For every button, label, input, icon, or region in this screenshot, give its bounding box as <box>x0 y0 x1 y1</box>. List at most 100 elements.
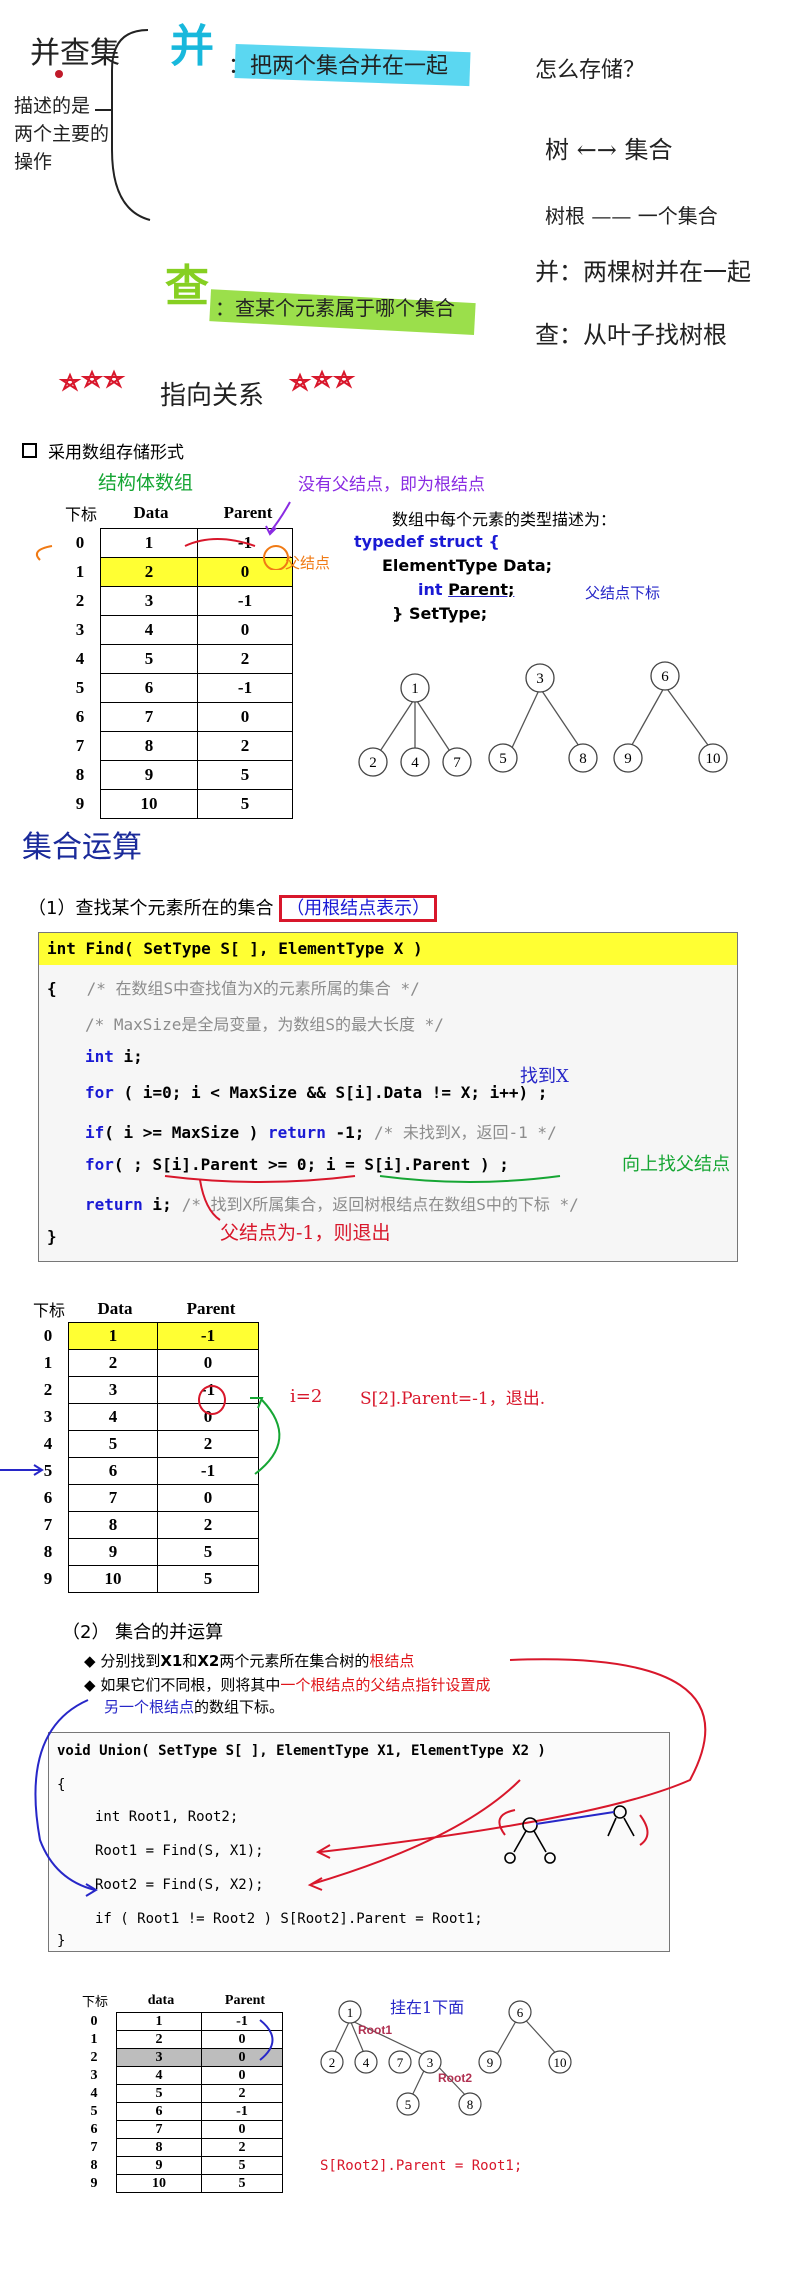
row-index: 8 <box>75 765 85 784</box>
union-code-line-6: if ( Root1 != Root2 ) S[Root2].Parent = … <box>95 1911 483 1927</box>
parent-cell: -1 <box>197 586 293 616</box>
data-cell: 9 <box>100 760 198 790</box>
table-row: 670 <box>60 702 293 732</box>
row-index: 3 <box>75 620 85 639</box>
tree-node: 7 <box>397 2055 404 2070</box>
data-cell: 10 <box>68 1565 158 1593</box>
pointer-note: 指向关系 <box>160 381 265 411</box>
how-store: 怎么存储？ <box>535 58 646 83</box>
data-cell: 8 <box>100 731 198 761</box>
table-row: 452 <box>60 644 293 674</box>
table-row: 895 <box>60 760 293 790</box>
row-index: 7 <box>90 2139 98 2155</box>
parent-cell: 2 <box>197 644 293 674</box>
root-set: 树根 —— 一个集合 <box>545 204 718 228</box>
data-cell: 10 <box>116 2174 202 2193</box>
root2-label: Root2 <box>438 2071 472 2085</box>
array-table-1-body: 0 1 -1 1 2 0 2 3 -1 3 4 0 4 5 2 5 6 -1 6 7 0 7 8 2 8 9 5 9 10 5 <box>60 528 293 819</box>
find-code-line-3: /* MaxSize是全局变量，为数组S的最大长度 */ <box>85 1015 444 1034</box>
struct-line1: typedef struct { <box>354 532 500 551</box>
table-row: 5 6 -1 <box>60 673 293 703</box>
row-index: 3 <box>90 2067 98 2083</box>
data-cell: 5 <box>100 644 198 674</box>
data-cell: 3 <box>116 2048 202 2067</box>
tree-node: 4 <box>363 2055 370 2070</box>
data-cell: 3 <box>100 586 198 616</box>
find-annotations <box>164 1175 561 1221</box>
struct-line3: int Parent; <box>418 580 515 599</box>
parent-cell: 5 <box>157 1565 259 1593</box>
row-index: 6 <box>90 2121 98 2137</box>
parent-cell: 5 <box>197 760 293 790</box>
row-index: 8 <box>90 2157 98 2173</box>
row-index: 0 <box>43 1326 53 1345</box>
tree-node: 9 <box>487 2055 494 2070</box>
data-cell: 7 <box>100 702 198 732</box>
data-cell: 9 <box>116 2156 202 2175</box>
parent-cell: 5 <box>197 789 293 819</box>
tree-node: 1 <box>411 681 419 697</box>
tree-node: 2 <box>329 2055 336 2070</box>
desc-title: 数组中每个元素的类型描述为： <box>392 510 617 529</box>
row-index: 7 <box>75 736 85 755</box>
row-index: 5 <box>90 2103 98 2119</box>
table-row: 0 1 -1 <box>28 1322 259 1350</box>
table-row: 9 10 5 <box>72 2174 283 2193</box>
parent-cell: 2 <box>201 2138 283 2157</box>
row-index: 2 <box>75 591 85 610</box>
parent-cell: 2 <box>197 731 293 761</box>
union-desc: ：把两个集合并在一起 <box>228 54 449 79</box>
row-index: 0 <box>90 2013 98 2029</box>
row-index: 4 <box>90 2085 98 2101</box>
tree-node: 2 <box>369 755 377 771</box>
row-index: 8 <box>43 1542 53 1561</box>
tree-node: 3 <box>536 671 544 687</box>
data-cell: 5 <box>116 2084 202 2103</box>
row-index: 9 <box>43 1569 53 1588</box>
struct-note-parent: 父结点下标 <box>585 584 661 602</box>
find-heading-box: （用根结点表示） <box>279 895 438 922</box>
union-annotations <box>34 1658 707 1897</box>
parent-cell: 5 <box>201 2174 283 2193</box>
tree-node: 6 <box>661 669 669 685</box>
tree-node: 6 <box>517 2005 524 2020</box>
tree-node: 4 <box>411 755 419 771</box>
note-s2: S[2].Parent=-1，退出. <box>360 1389 546 1409</box>
struct-line2: ElementType Data; <box>382 556 553 575</box>
data-cell: 6 <box>100 673 198 703</box>
data-cell: 7 <box>116 2120 202 2139</box>
table-row: 9 10 5 <box>28 1565 259 1593</box>
data-cell: 1 <box>116 2012 202 2031</box>
parent-cell: 5 <box>201 2156 283 2175</box>
table2-annotations <box>0 1385 281 1476</box>
assign-line: S[Root2].Parent = Root1; <box>320 2158 523 2174</box>
data-cell: 2 <box>116 2030 202 2049</box>
parent-cell: 0 <box>197 615 293 645</box>
table-row: 7 82 <box>72 2138 283 2157</box>
storage-annotations <box>36 501 291 570</box>
tree-node: 5 <box>499 751 507 767</box>
page: 并查集 描述的是 两个主要的 操作 并 ：把两个集合并在一起 查 ：查某个元素属… <box>0 0 800 2276</box>
find-leaf: 查：从叶子找树根 <box>535 321 727 349</box>
union-char: 并 <box>170 21 214 72</box>
tree-node: 10 <box>554 2055 567 2070</box>
parent-cell: -1 <box>197 673 293 703</box>
checkbox-bullet-icon <box>22 443 37 458</box>
data-cell: 8 <box>116 2138 202 2157</box>
parent-cell: 2 <box>157 1511 259 1539</box>
tree-node: 7 <box>453 755 461 771</box>
parent-cell: 0 <box>197 702 293 732</box>
tree-node: 3 <box>427 2055 434 2070</box>
data-cell: 10 <box>100 789 198 819</box>
find-code-line-1: int Find( SetType S[ ], ElementType X ) <box>47 939 423 958</box>
forest-diagram: 1 2 4 7 3 5 8 6 9 10 <box>358 661 728 777</box>
parent-cell: -1 <box>157 1322 259 1350</box>
tree-node: 8 <box>579 751 587 767</box>
row-index: 1 <box>90 2031 98 2047</box>
tree-node: 8 <box>467 2097 474 2112</box>
data-cell: 4 <box>116 2066 202 2085</box>
table-row: 9 10 5 <box>60 789 293 819</box>
data-cell: 4 <box>100 615 198 645</box>
union-trees: 并：两棵树并在一起 <box>535 258 751 286</box>
data-cell: 9 <box>68 1538 158 1566</box>
